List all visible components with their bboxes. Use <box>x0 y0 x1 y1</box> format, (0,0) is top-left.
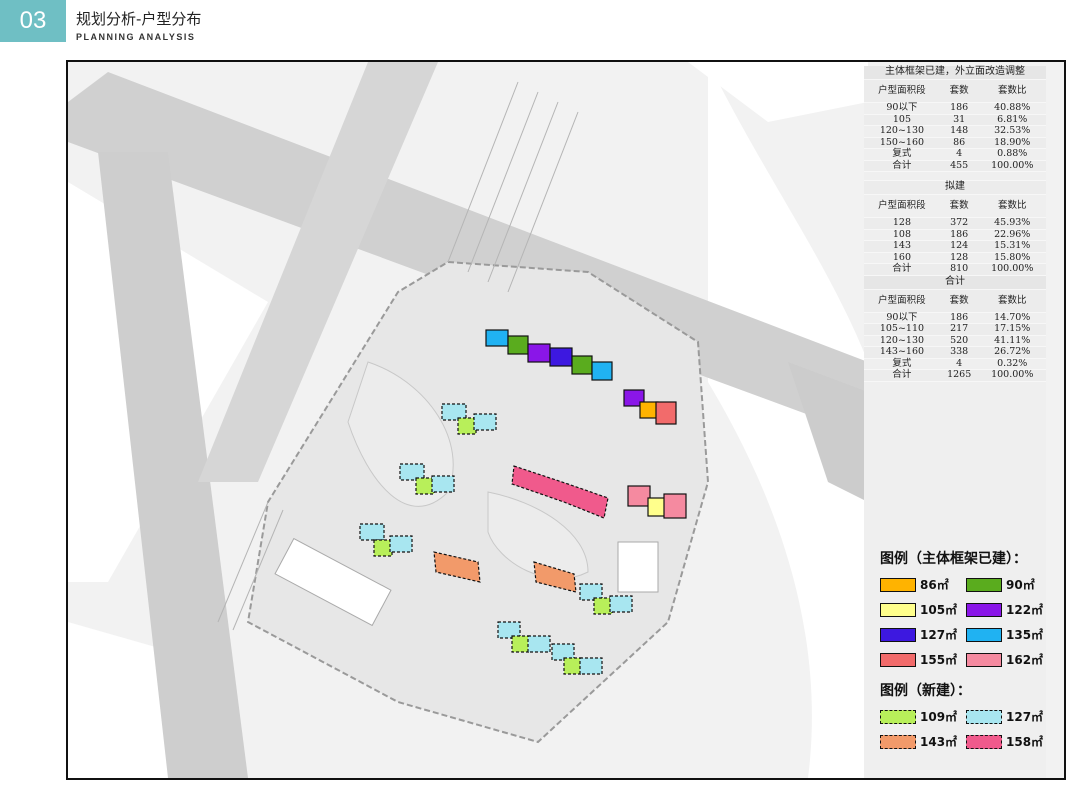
unit-new-127-c <box>399 463 425 481</box>
table-row: 108 186 22.96% <box>864 229 1046 241</box>
unit-new-127-j <box>527 635 551 653</box>
legend-new-grid: 109㎡ 127㎡ 143㎡ 158㎡ <box>880 708 1060 750</box>
legend-swatch <box>966 709 1002 724</box>
header-ratio: 套数比 <box>978 289 1046 313</box>
table-row: 143~160 338 26.72% <box>864 346 1046 359</box>
legend-swatch <box>966 602 1002 617</box>
table-row: 合计 1265 100.00% <box>864 369 1046 382</box>
unit-new-109-f <box>563 657 583 675</box>
table-row: 合计 455 100.00% <box>864 160 1046 172</box>
unit-new-109-e <box>511 635 531 653</box>
legend-swatch <box>880 627 916 642</box>
unit-stats-table: 主体框架已建，外立面改造调整 户型面积段 套数 套数比 90以下 186 40.88… <box>864 66 1046 382</box>
header-ratio: 套数比 <box>978 194 1046 218</box>
unit-new-109-d <box>593 597 613 615</box>
header-ratio: 套数比 <box>978 79 1046 103</box>
unit-new-127-g <box>579 583 603 601</box>
legend-item: 143㎡ <box>880 733 966 750</box>
legend-swatch <box>966 734 1002 749</box>
section-number: 03 <box>0 0 66 42</box>
table-row: 105 31 6.81% <box>864 114 1046 126</box>
unit-155-a <box>655 401 677 425</box>
table-row: 128 372 45.93% <box>864 217 1046 230</box>
header-count: 套数 <box>939 194 979 218</box>
table-row: 合计 810 100.00% <box>864 263 1046 276</box>
unit-122-a <box>527 343 551 363</box>
table-row: 复式 4 0.88% <box>864 148 1046 161</box>
legend-item: 158㎡ <box>966 733 1052 750</box>
legend-item: 86㎡ <box>880 576 966 593</box>
header-area: 户型面积段 <box>864 79 940 103</box>
table-row: 105~110 217 17.15% <box>864 323 1046 336</box>
page-subtitle: PLANNING ANALYSIS <box>76 32 196 42</box>
legend-item: 135㎡ <box>966 626 1052 643</box>
section-title-planned: 拟建 <box>864 180 1046 195</box>
legend-item: 127㎡ <box>880 626 966 643</box>
legend-swatch <box>880 709 916 724</box>
legend-item: 109㎡ <box>880 708 966 725</box>
table-row: 90以下 186 14.70% <box>864 312 1046 324</box>
unit-new-109-a <box>457 417 477 435</box>
legend-swatch <box>880 734 916 749</box>
table-row: 120~130 148 32.53% <box>864 125 1046 138</box>
service-building <box>617 541 659 593</box>
unit-new-127-e <box>359 523 385 541</box>
legend-title-existing: 图例（主体框架已建）： <box>880 551 1027 567</box>
map-legend: 图例（主体框架已建）： 86㎡ 90㎡ 105㎡ 122㎡ 127㎡ 135㎡ … <box>880 548 1060 750</box>
table-row: 143 124 15.31% <box>864 240 1046 253</box>
unit-162-b <box>663 493 687 519</box>
unit-new-127-i <box>497 621 521 639</box>
legend-item: 105㎡ <box>880 601 966 618</box>
legend-item: 162㎡ <box>966 651 1052 668</box>
unit-new-127-b <box>473 413 497 431</box>
legend-existing-grid: 86㎡ 90㎡ 105㎡ 122㎡ 127㎡ 135㎡ 155㎡ 162㎡ <box>880 576 1060 668</box>
unit-new-127-h <box>609 595 633 613</box>
header-count: 套数 <box>939 79 979 103</box>
legend-swatch <box>880 577 916 592</box>
table-row: 复式 4 0.32% <box>864 358 1046 370</box>
header-count: 套数 <box>939 289 979 313</box>
unit-105-a <box>647 497 667 517</box>
unit-90-b <box>571 355 593 375</box>
legend-swatch <box>966 652 1002 667</box>
legend-title-new: 图例（新建）： <box>880 683 971 699</box>
page-title: 规划分析-户型分布 <box>76 10 202 28</box>
table-row: 90以下 186 40.88% <box>864 102 1046 115</box>
unit-new-127-a <box>441 403 467 421</box>
section-title-existing: 主体框架已建，外立面改造调整 <box>864 66 1046 80</box>
unit-135-a <box>485 329 509 347</box>
unit-90-a <box>507 335 529 355</box>
table-row: 120~130 520 41.11% <box>864 335 1046 347</box>
legend-item: 155㎡ <box>880 651 966 668</box>
unit-new-127-d <box>431 475 455 493</box>
legend-swatch <box>966 577 1002 592</box>
legend-swatch <box>880 652 916 667</box>
unit-new-127-l <box>579 657 603 675</box>
section-title-total: 合计 <box>864 275 1046 290</box>
header-area: 户型面积段 <box>864 289 940 313</box>
legend-swatch <box>966 627 1002 642</box>
legend-item: 90㎡ <box>966 576 1052 593</box>
legend-item: 127㎡ <box>966 708 1052 725</box>
unit-127-a <box>549 347 573 367</box>
table-row: 160 128 15.80% <box>864 252 1046 264</box>
legend-item: 122㎡ <box>966 601 1052 618</box>
legend-swatch <box>880 602 916 617</box>
unit-162-a <box>627 485 651 507</box>
table-row: 150~160 86 18.90% <box>864 137 1046 149</box>
header-area: 户型面积段 <box>864 194 940 218</box>
unit-new-109-b <box>415 477 435 495</box>
unit-new-109-c <box>373 539 393 557</box>
unit-135-b <box>591 361 613 381</box>
unit-new-127-f <box>389 535 413 553</box>
unit-86-a <box>639 401 659 419</box>
